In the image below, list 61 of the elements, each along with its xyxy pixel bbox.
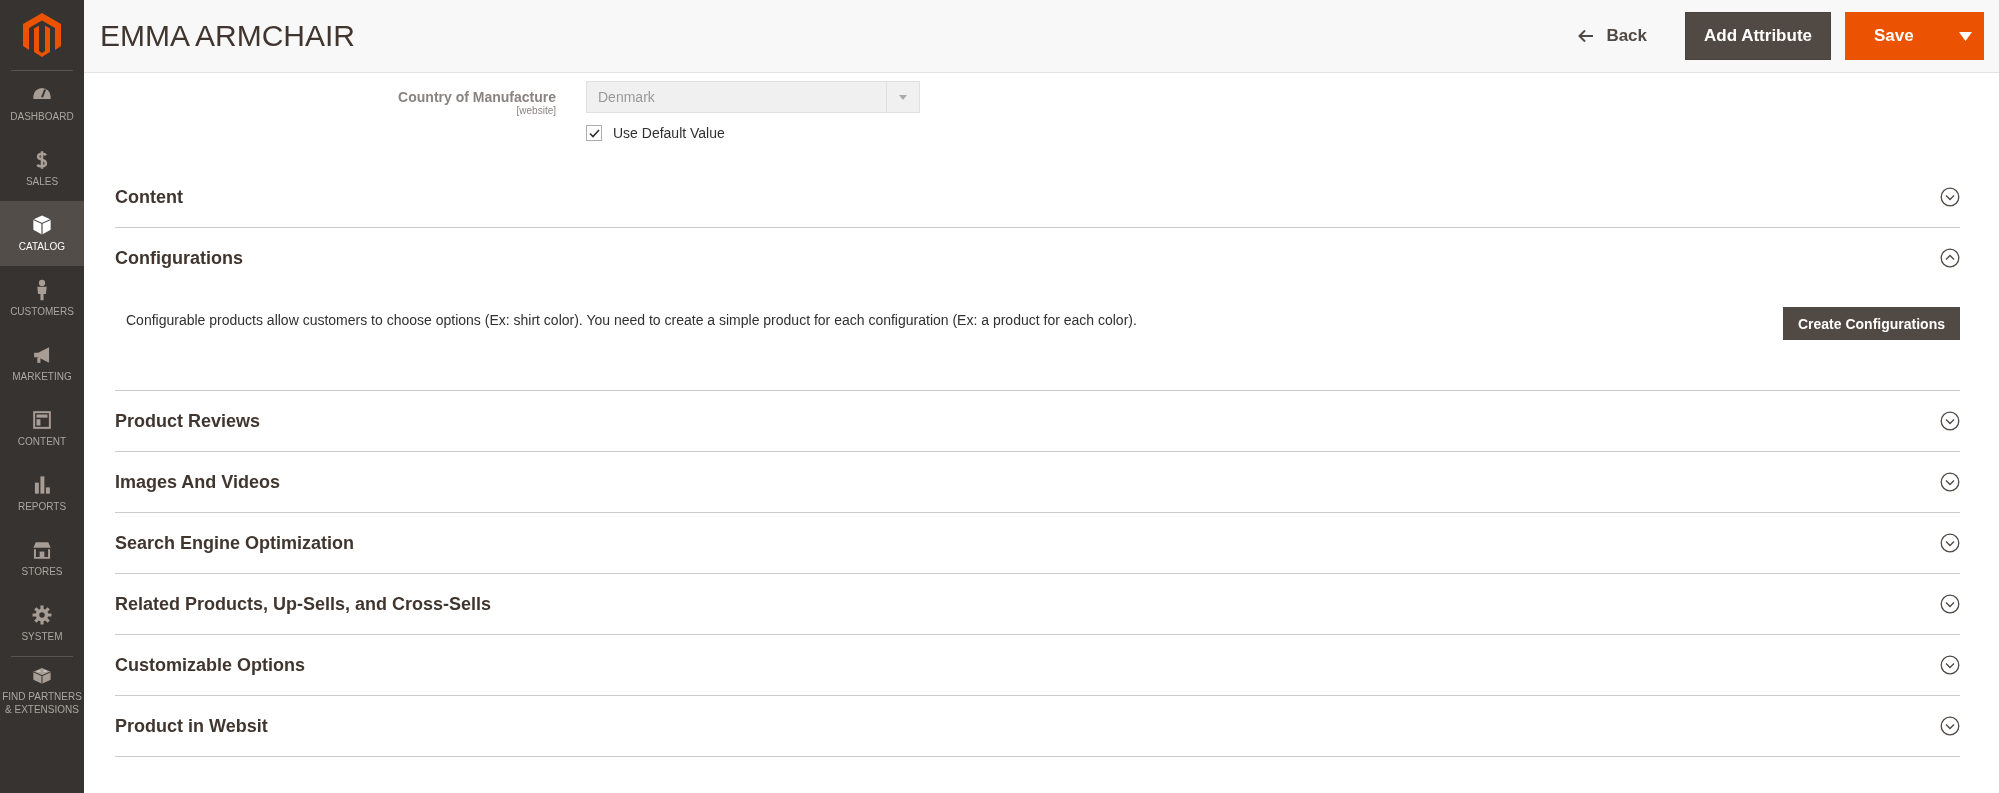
section-header[interactable]: Product in Websit [115, 696, 1960, 756]
field-label: Country of Manufacture [398, 89, 556, 105]
sidebar-label: CUSTOMERS [10, 305, 74, 318]
section-title: Content [115, 186, 183, 208]
section-title: Images And Videos [115, 471, 281, 493]
sidebar-item[interactable]: MARKETING [0, 331, 84, 396]
chevron-down-icon[interactable] [1940, 533, 1960, 553]
chevron-down-icon[interactable] [1940, 472, 1960, 492]
section-title: Configurations [115, 247, 243, 269]
box-icon [31, 214, 53, 236]
chevron-up-icon[interactable] [1940, 248, 1960, 268]
section-title: Customizable Options [115, 654, 305, 676]
caret-icon [899, 94, 907, 100]
sidebar-item[interactable]: SALES [0, 136, 84, 201]
chevron-down-icon[interactable] [1940, 411, 1960, 431]
sidebar-label: STORES [21, 565, 63, 578]
layout-icon [31, 409, 53, 431]
checkbox-label: Use Default Value [613, 125, 725, 141]
section-title: Search Engine Optimization [115, 532, 355, 554]
sidebar-item[interactable]: FIND PARTNERS & EXTENSIONS [0, 657, 84, 722]
section-title: Product Reviews [115, 410, 261, 432]
section-header[interactable]: Images And Videos [115, 452, 1960, 512]
chevron-down-icon[interactable] [1940, 594, 1960, 614]
sidebar-label: REPORTS [17, 500, 67, 513]
sidebar-item[interactable]: REPORTS [0, 461, 84, 526]
section-title: Related Products, Up-Sells, and Cross-Sells [115, 593, 492, 615]
section-header[interactable]: Content [115, 167, 1960, 227]
sidebar-item[interactable]: DASHBOARD [0, 71, 84, 136]
add-attribute-button[interactable]: Add Attribute [1685, 12, 1831, 60]
back-button[interactable]: Back [1572, 25, 1654, 47]
create-configurations-button[interactable]: Create Configurations [1783, 307, 1960, 340]
storefront-icon [31, 539, 53, 561]
sidebar-label: FIND PARTNERS & EXTENSIONS [1, 689, 83, 716]
section-description: Configurable products allow customers to choose options (Ex: shirt color). You need to create a simple product for each configuration (Ex: a product for each color). [126, 311, 1138, 330]
sidebar-label: MARKETING [12, 370, 72, 383]
left-arrow-icon [1578, 29, 1595, 43]
sidebar-item[interactable]: CUSTOMERS [0, 266, 84, 331]
section-header[interactable]: Product Reviews [115, 391, 1960, 451]
caret-icon [1958, 31, 1972, 41]
chevron-down-icon[interactable] [1940, 716, 1960, 736]
section-header[interactable]: Related Products, Up-Sells, and Cross-Sells [115, 574, 1960, 634]
gear-icon [31, 604, 53, 626]
sidebar-label: SALES [25, 175, 59, 188]
sidebar-label: CATALOG [18, 240, 66, 253]
scope-label: [website] [516, 105, 556, 116]
sidebar-label: DASHBOARD [10, 110, 74, 123]
section-header[interactable]: Configurations [115, 228, 1960, 288]
sidebar-label: CONTENT [17, 435, 67, 448]
sidebar-item[interactable]: CATALOG [0, 201, 84, 266]
section-title: Product in Websit [115, 715, 268, 737]
section-header[interactable]: Customizable Options [115, 635, 1960, 695]
sidebar-item[interactable]: CONTENT [0, 396, 84, 461]
chevron-down-icon[interactable] [1940, 655, 1960, 675]
sidebar-label: SYSTEM [21, 630, 63, 643]
section-header[interactable]: Search Engine Optimization [115, 513, 1960, 573]
magento-logo[interactable] [22, 12, 62, 58]
sidebar-item[interactable]: SYSTEM [0, 591, 84, 656]
sidebar-item[interactable]: STORES [0, 526, 84, 591]
chevron-down-icon[interactable] [1940, 187, 1960, 207]
page-title: EMMA ARMCHAIR [100, 19, 357, 53]
save-button[interactable]: Save [1845, 12, 1984, 60]
